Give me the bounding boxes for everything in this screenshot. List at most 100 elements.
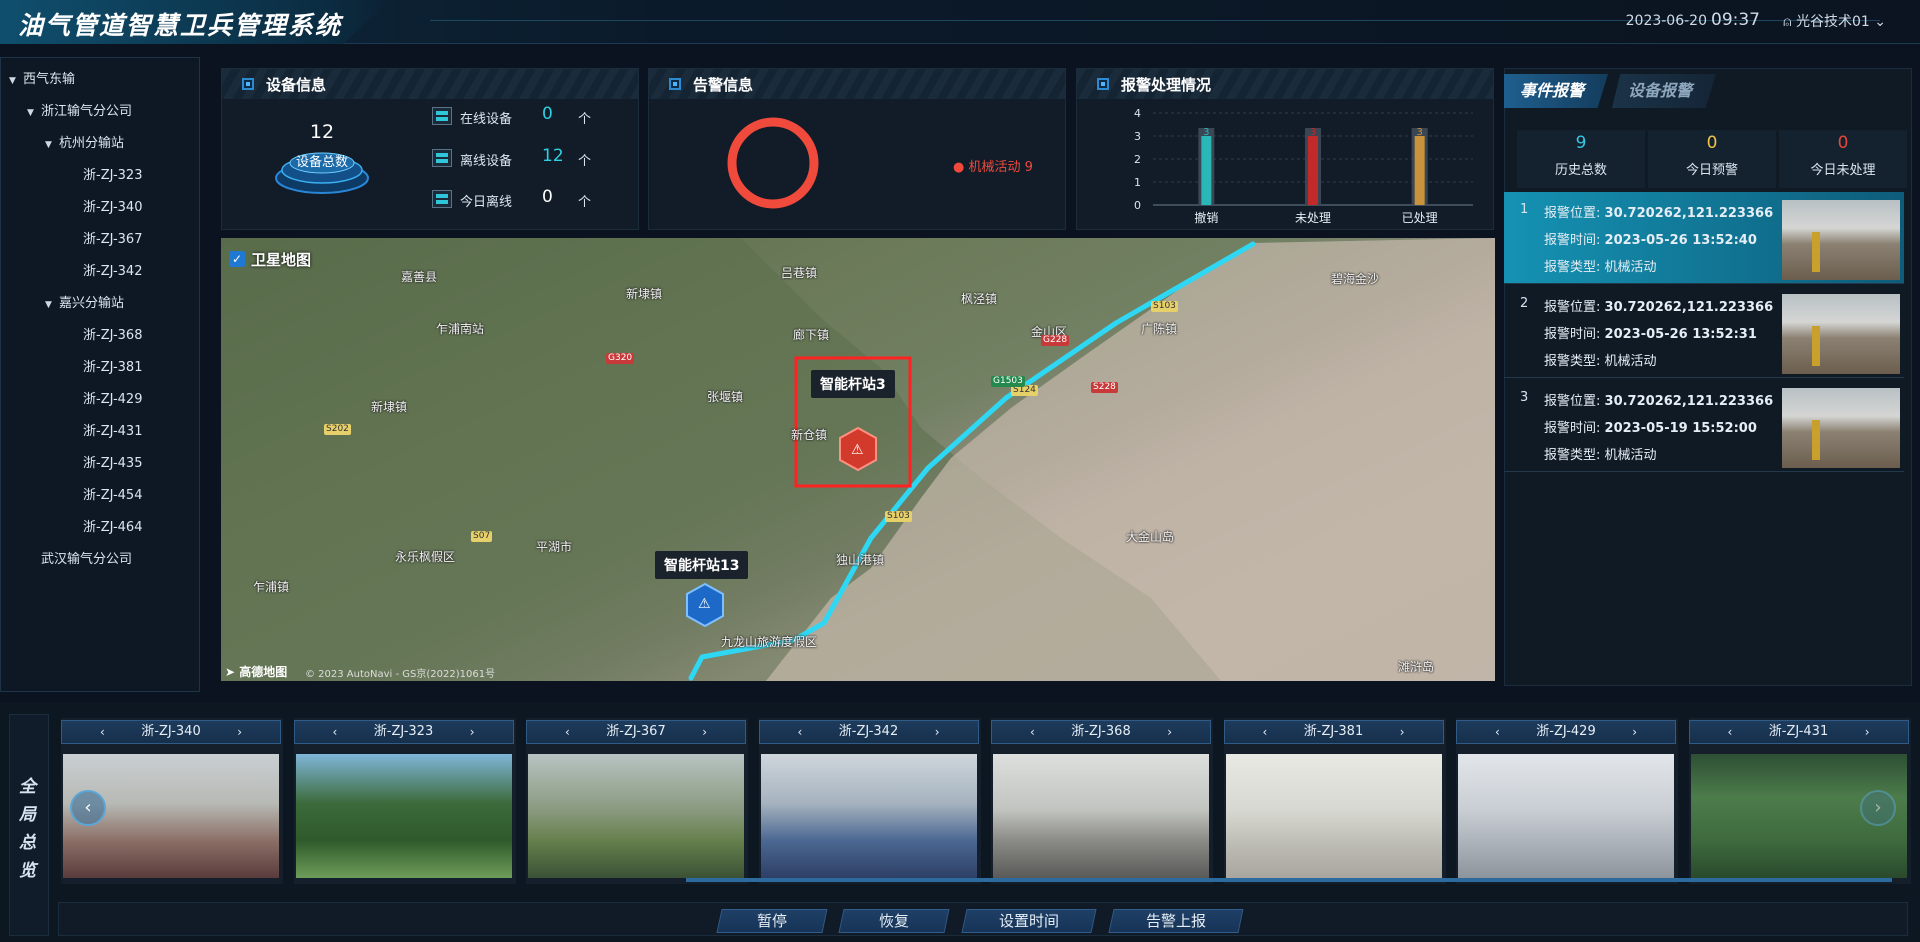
alarm-position: 报警位置: 30.720262,121.223366 [1544,202,1773,221]
tree-node[interactable]: 浙-ZJ-429 [1,384,199,416]
row-value: 0 [542,104,553,124]
bar-value-label: 3 [1203,127,1209,138]
alarm-list-item[interactable]: 1 报警位置: 30.720262,121.223366 报警时间: 2023-05… [1504,192,1904,284]
camera-title-bar: ‹ 浙-ZJ-431 › [1688,720,1909,744]
carousel-scrollbar[interactable] [686,878,1892,882]
alarm-light-icon[interactable]: ⚠ [698,596,711,612]
control-button[interactable]: 暂停 [716,909,828,933]
alarm-thumbnail[interactable] [1782,294,1900,374]
camera-feed[interactable] [295,754,512,878]
prev-arrow-icon[interactable]: ‹ [1263,721,1268,743]
bar[interactable] [1414,136,1425,205]
carousel-next-button[interactable]: › [1860,790,1896,826]
tree-node-label: 浙-ZJ-454 [83,488,143,503]
map-place-label: 枫泾镇 [961,292,998,306]
next-arrow-icon[interactable]: › [237,721,242,743]
panel-icon [1097,78,1109,90]
next-arrow-icon[interactable]: › [1865,721,1870,743]
camera-card[interactable]: ‹ 浙-ZJ-381 › [1223,718,1446,884]
tree-node[interactable]: 武汉输气分公司 [1,544,199,576]
road-badge: G228 [1041,335,1070,346]
caret-icon: ▼ [9,76,16,86]
tree-node[interactable]: ▼ 西气东输 [1,64,199,96]
prev-arrow-icon[interactable]: ‹ [1030,721,1035,743]
satellite-map[interactable]: ✓ 卫星地图 智能杆站3 ⚠ 智能杆站13 ⚠ 吕巷镇 新埭镇 嘉善县 枫泾镇 乍浦南站… [221,238,1495,681]
camera-feed[interactable] [760,754,977,878]
camera-card[interactable]: ‹ 浙-ZJ-342 › [758,718,981,884]
field-label: 报警类型: [1544,354,1601,369]
tree-node[interactable]: ▼ 嘉兴分输站 [1,288,199,320]
camera-feed[interactable] [1225,754,1442,878]
tab-event-alarm[interactable]: 事件报警 [1504,74,1608,108]
field-value: 2023-05-26 13:52:40 [1604,233,1757,248]
stat-label: 今日未处理 [1810,163,1876,178]
prev-arrow-icon[interactable]: ‹ [100,721,105,743]
prev-arrow-icon[interactable]: ‹ [333,721,338,743]
road-badge: S103 [1151,301,1178,312]
prev-arrow-icon[interactable]: ‹ [798,721,803,743]
alarm-thumbnail[interactable] [1782,388,1900,468]
next-arrow-icon[interactable]: › [702,721,707,743]
camera-card[interactable]: ‹ 浙-ZJ-429 › [1456,718,1678,884]
next-arrow-icon[interactable]: › [1400,721,1405,743]
camera-name: 浙-ZJ-340 [141,724,201,739]
camera-card[interactable]: ‹ 浙-ZJ-367 › [526,718,748,884]
user-icon: ⍝ [1783,14,1792,30]
alarm-time: 报警时间: 2023-05-19 15:52:00 [1544,417,1757,436]
road-badge: S228 [1091,382,1118,393]
control-bar: 暂停 恢复 设置时间 告警上报 [58,902,1908,936]
tree-node[interactable]: 浙-ZJ-381 [1,352,199,384]
next-arrow-icon[interactable]: › [470,721,475,743]
alarm-index: 3 [1520,390,1529,405]
control-button[interactable]: 设置时间 [961,909,1097,933]
tree-node[interactable]: 浙-ZJ-342 [1,256,199,288]
camera-card[interactable]: ‹ 浙-ZJ-368 › [991,718,1213,884]
bar[interactable] [1201,136,1212,205]
next-arrow-icon[interactable]: › [1632,721,1637,743]
layer-checkbox[interactable]: ✓ [229,251,245,267]
prev-arrow-icon[interactable]: ‹ [1495,721,1500,743]
y-tick-label: 2 [1134,153,1141,166]
tab-device-alarm[interactable]: 设备报警 [1612,74,1716,108]
camera-title-bar: ‹ 浙-ZJ-429 › [1456,720,1676,744]
map-place-label: 永乐枫假区 [395,550,456,564]
tree-node[interactable]: 浙-ZJ-464 [1,512,199,544]
carousel-prev-button[interactable]: ‹ [70,790,106,826]
alarm-thumbnail[interactable] [1782,200,1900,280]
overview-strip: 全局总览 ‹ 浙-ZJ-340 › ‹ 浙-ZJ-323 › ‹ 浙-ZJ-367 › ‹ 浙-ZJ… [0,702,1920,942]
map-place-label: 大金山岛 [1126,530,1175,544]
prev-arrow-icon[interactable]: ‹ [565,721,570,743]
tree-node[interactable]: ▼ 浙江输气分公司 [1,96,199,128]
field-value: 2023-05-26 13:52:31 [1604,327,1757,342]
next-arrow-icon[interactable]: › [1167,721,1172,743]
row-label: 离线设备 [460,154,513,169]
map-place-label: 张堰镇 [707,390,744,404]
tree-node[interactable]: 浙-ZJ-454 [1,480,199,512]
tree-node[interactable]: ▼ 杭州分输站 [1,128,199,160]
map-copyright: © 2023 AutoNavi - GS京(2022)1061号 [305,669,496,680]
panel-title: 设备信息 [266,76,327,94]
tree-node[interactable]: 浙-ZJ-367 [1,224,199,256]
camera-feed[interactable] [993,754,1209,878]
control-button[interactable]: 告警上报 [1108,909,1244,933]
time-text: 09:37 [1711,10,1760,30]
alarm-list-item[interactable]: 2 报警位置: 30.720262,121.223366 报警时间: 2023-05… [1504,286,1904,378]
bar[interactable] [1308,136,1318,205]
control-button[interactable]: 恢复 [838,909,950,933]
alarm-list-item[interactable]: 3 报警位置: 30.720262,121.223366 报警时间: 2023-05… [1504,380,1904,472]
tree-node[interactable]: 浙-ZJ-435 [1,448,199,480]
camera-feed[interactable] [1458,754,1674,878]
tree-node[interactable]: 浙-ZJ-368 [1,320,199,352]
camera-card[interactable]: ‹ 浙-ZJ-323 › [293,718,516,884]
tree-node[interactable]: 浙-ZJ-431 [1,416,199,448]
tree-node-label: 浙-ZJ-381 [83,360,143,375]
next-arrow-icon[interactable]: › [935,721,940,743]
tree-node[interactable]: 浙-ZJ-340 [1,192,199,224]
camera-name: 浙-ZJ-431 [1768,724,1829,739]
camera-feed[interactable] [528,754,744,878]
tree-node[interactable]: 浙-ZJ-323 [1,160,199,192]
legend-dot-icon: ● [953,160,965,175]
user-menu[interactable]: ⍝ 光谷技术01 ⌄ [1783,11,1886,31]
prev-arrow-icon[interactable]: ‹ [1728,721,1733,743]
alarm-light-icon[interactable]: ⚠ [851,442,864,458]
